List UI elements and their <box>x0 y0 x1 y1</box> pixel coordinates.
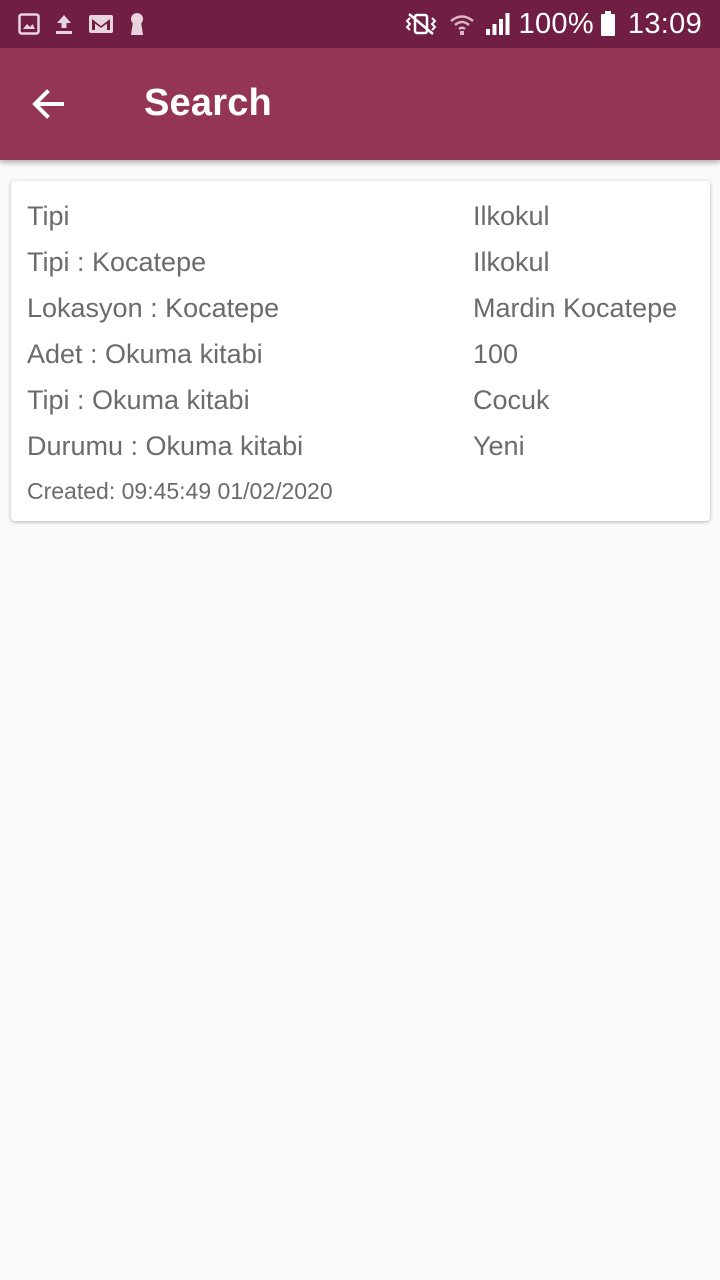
battery-percent: 100% <box>518 7 594 40</box>
detail-row: Tipi Ilkokul <box>27 201 697 247</box>
keyhole-icon <box>128 12 146 36</box>
vibrate-icon <box>403 12 439 36</box>
gmail-icon <box>88 14 114 34</box>
row-value: Ilkokul <box>473 247 550 277</box>
app-toolbar: Search <box>0 48 720 160</box>
detail-row: Lokasyon : Kocatepe Mardin Kocatepe <box>27 293 697 339</box>
row-label: Tipi <box>27 201 70 231</box>
detail-row: Adet : Okuma kitabi 100 <box>27 339 697 385</box>
image-icon <box>18 13 40 35</box>
page-title: Search <box>144 82 272 124</box>
clock: 13:09 <box>627 7 702 40</box>
row-value: Mardin Kocatepe <box>473 293 678 323</box>
upload-icon <box>54 13 74 35</box>
row-value: Yeni <box>473 431 525 461</box>
battery-icon <box>600 11 616 37</box>
row-value: Ilkokul <box>473 201 550 231</box>
row-value: Cocuk <box>473 385 550 415</box>
wifi-icon <box>449 12 475 36</box>
detail-row: Tipi : Okuma kitabi Cocuk <box>27 385 697 431</box>
row-label: Tipi : Okuma kitabi <box>27 385 250 415</box>
signal-icon <box>485 12 511 36</box>
row-label: Tipi : Kocatepe <box>27 247 207 277</box>
row-label: Durumu : Okuma kitabi <box>27 431 304 461</box>
status-notifications <box>18 12 160 36</box>
result-card[interactable]: Tipi Ilkokul Tipi : Kocatepe Ilkokul Lok… <box>11 181 710 521</box>
detail-row: Tipi : Kocatepe Ilkokul <box>27 247 697 293</box>
status-bar: 100% 13:09 <box>0 0 720 48</box>
row-label: Adet : Okuma kitabi <box>27 339 263 369</box>
row-value: 100 <box>473 339 519 369</box>
arrow-left-icon <box>30 86 66 122</box>
status-system: 100% 13:09 <box>393 8 702 41</box>
created-timestamp: Created: 09:45:49 01/02/2020 <box>27 478 333 504</box>
detail-row: Durumu : Okuma kitabi Yeni <box>27 431 697 477</box>
back-button[interactable] <box>24 80 72 128</box>
row-label: Lokasyon : Kocatepe <box>27 293 280 323</box>
